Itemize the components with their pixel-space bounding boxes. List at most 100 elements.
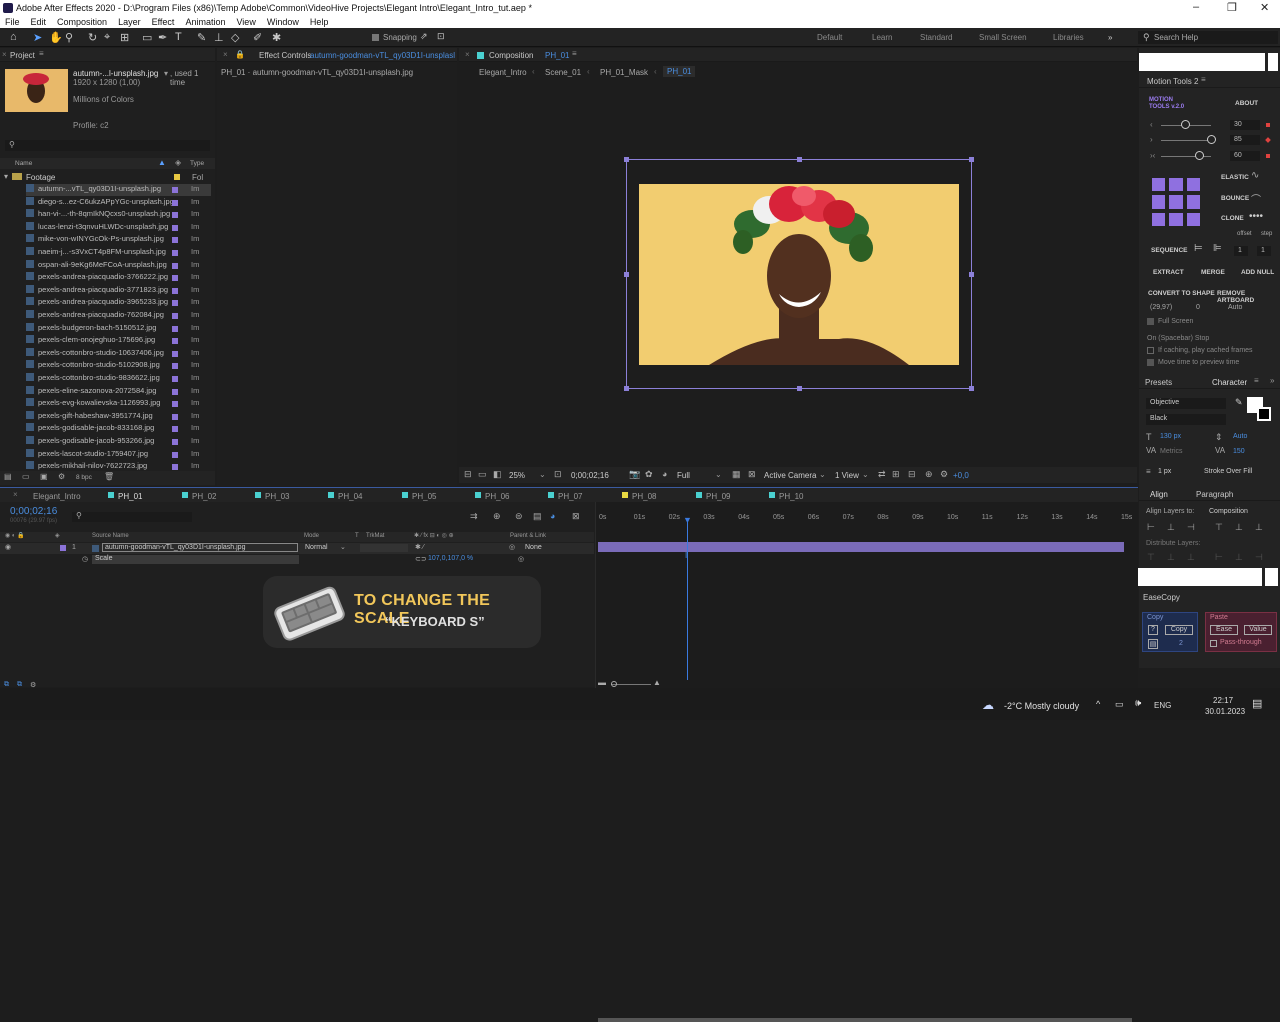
pickwhip-icon[interactable]: ◎ bbox=[518, 555, 524, 563]
timeline-tab-ph-08[interactable]: PH_08 bbox=[632, 492, 656, 501]
align-to-dropdown[interactable]: Composition bbox=[1209, 508, 1248, 515]
file-label-color[interactable] bbox=[172, 439, 178, 445]
settings-icon[interactable]: ⚙ bbox=[58, 472, 65, 481]
file-label-color[interactable] bbox=[172, 237, 178, 244]
playhead-icon[interactable]: ▼ bbox=[683, 515, 692, 525]
interpret-footage-icon[interactable]: ▤ bbox=[4, 472, 12, 481]
file-item[interactable]: pexels-andrea-piacquadio-762084.jpg Im bbox=[26, 310, 211, 322]
tab-close-icon[interactable]: × bbox=[13, 490, 18, 499]
col-source-name[interactable]: Source Name bbox=[92, 533, 129, 539]
parent-dropdown[interactable]: None bbox=[525, 544, 580, 551]
effect-controls-tab-file[interactable]: autumn-goodman-vTL_qy03D1I-unsplasl bbox=[310, 51, 455, 60]
workspace-small-screen[interactable]: Small Screen bbox=[979, 33, 1027, 42]
selection-tool-icon[interactable]: ➤ bbox=[33, 31, 42, 44]
col-name-header[interactable]: Name bbox=[15, 160, 32, 167]
distribute-middle-icon[interactable]: ⊥ bbox=[1167, 552, 1175, 563]
timeline-tab-ph-04[interactable]: PH_04 bbox=[338, 492, 362, 501]
kerning-value[interactable]: Metrics bbox=[1160, 448, 1183, 455]
convert-to-shape-button[interactable]: CONVERT TO SHAPE bbox=[1148, 290, 1215, 297]
file-item[interactable]: pexels-evg-kowalievska-1126993.jpg Im bbox=[26, 398, 211, 410]
zoom-slider-track[interactable] bbox=[611, 684, 651, 685]
file-label-color[interactable] bbox=[172, 426, 178, 433]
file-label-color[interactable] bbox=[172, 187, 178, 193]
close-button[interactable]: ✕ bbox=[1260, 1, 1269, 14]
pass-through-checkbox[interactable] bbox=[1210, 640, 1217, 647]
panel-menu-icon[interactable]: ≡ bbox=[1254, 376, 1259, 385]
file-item[interactable]: pexels-gift-habeshaw-3951774.jpg Im bbox=[26, 410, 211, 423]
file-item[interactable]: pexels-andrea-piacquadio-3771823.jpg Im bbox=[26, 284, 211, 297]
sequence-stairs-icon[interactable]: ⊨ bbox=[1194, 243, 1203, 254]
clone-button[interactable]: CLONE bbox=[1221, 215, 1244, 222]
transform-handle[interactable] bbox=[624, 272, 629, 277]
anchor-cell[interactable] bbox=[1152, 178, 1166, 192]
sort-ascending-icon[interactable]: ▲ bbox=[158, 158, 166, 167]
puppet-tool-icon[interactable]: ✱ bbox=[272, 31, 281, 44]
layer-duration-bar[interactable] bbox=[598, 542, 1124, 552]
distribute-bottom-icon[interactable]: ⊥ bbox=[1187, 552, 1195, 563]
sequence-value-1[interactable]: 1 bbox=[1234, 246, 1248, 256]
camera-dropdown[interactable]: Active Camera bbox=[764, 471, 816, 480]
workspace-learn[interactable]: Learn bbox=[872, 33, 892, 42]
work-area-bar[interactable] bbox=[598, 1018, 1132, 1022]
anchor-cell[interactable] bbox=[1186, 178, 1200, 192]
search-help-field[interactable]: ⚲ Search Help bbox=[1138, 31, 1278, 44]
file-label-color[interactable] bbox=[172, 262, 178, 269]
draft-3d-icon[interactable]: ⊕ bbox=[493, 511, 501, 522]
weather-text[interactable]: -2°C Mostly cloudy bbox=[1004, 701, 1079, 711]
file-label-color[interactable] bbox=[172, 376, 178, 382]
clipboard-icon[interactable]: ▤ bbox=[1148, 639, 1158, 649]
anchor-point-grid[interactable] bbox=[1152, 178, 1200, 226]
transform-handle[interactable] bbox=[624, 157, 629, 162]
file-item[interactable]: han-vi-...-th-8qmIkNQcxs0-unsplash.jpg Im bbox=[26, 209, 211, 221]
file-item[interactable]: pexels-godisable-jacob-833168.jpg Im bbox=[26, 423, 211, 435]
current-time-indicator[interactable] bbox=[687, 518, 688, 680]
comp-flowchart-icon[interactable]: ⇉ bbox=[470, 511, 478, 522]
rectangle-tool-icon[interactable]: ▭ bbox=[142, 31, 152, 44]
file-item[interactable]: mike-von-wINYGcOk-Ps-unsplash.jpg Im bbox=[26, 234, 211, 246]
footage-folder[interactable]: ▾ Footage Fol bbox=[0, 171, 212, 183]
col-parent[interactable]: Parent & Link bbox=[510, 533, 546, 539]
rotate-tool-icon[interactable]: ↻ bbox=[88, 31, 97, 44]
composition-tab-name[interactable]: PH_01 bbox=[545, 51, 569, 60]
file-label-color[interactable] bbox=[172, 199, 178, 206]
offset-label[interactable]: offset bbox=[1237, 231, 1252, 237]
file-item[interactable]: pexels-lascot-studio-1759407.jpg Im bbox=[26, 448, 211, 461]
value-button[interactable]: Value bbox=[1244, 625, 1272, 635]
file-item[interactable]: pexels-budgeron-bach-5150512.jpg Im bbox=[26, 322, 211, 335]
volume-icon[interactable]: 🕪 bbox=[1135, 698, 1141, 709]
panel-close-icon[interactable]: × bbox=[2, 50, 7, 59]
anchor-cell[interactable] bbox=[1152, 212, 1166, 226]
file-label-color[interactable] bbox=[172, 363, 178, 370]
menu-edit[interactable]: Edit bbox=[31, 17, 47, 27]
menu-layer[interactable]: Layer bbox=[118, 17, 141, 27]
view-layout-dropdown[interactable]: 1 View bbox=[835, 471, 859, 480]
fit-icon[interactable]: ▭ bbox=[478, 469, 487, 480]
panel-overflow-icon[interactable]: » bbox=[1270, 376, 1274, 385]
workspace-libraries[interactable]: Libraries bbox=[1053, 33, 1084, 42]
col-t[interactable]: T bbox=[355, 533, 359, 539]
timeline-search-field[interactable]: ⚲ bbox=[72, 511, 192, 522]
region-of-interest-icon[interactable]: ⊡ bbox=[554, 469, 562, 480]
timeline-icon[interactable]: ⊟ bbox=[908, 469, 916, 480]
file-item[interactable]: pexels-mikhail-nilov-7622723.jpg Im bbox=[26, 461, 211, 473]
network-icon[interactable]: ▭ bbox=[1115, 699, 1124, 710]
pickwhip-icon[interactable]: ◎ bbox=[509, 543, 515, 551]
vr-icon[interactable]: ◧ bbox=[493, 469, 502, 480]
align-tab[interactable]: Align bbox=[1150, 490, 1168, 499]
asset-dropdown-icon[interactable]: ▾ bbox=[164, 69, 168, 78]
file-label-color[interactable] bbox=[172, 338, 178, 345]
scale-value[interactable]: 107,0,107,0 % bbox=[428, 555, 473, 562]
anchor-cell[interactable] bbox=[1152, 195, 1166, 209]
file-label-color[interactable] bbox=[172, 224, 178, 231]
menu-window[interactable]: Window bbox=[267, 17, 299, 27]
align-top-icon[interactable]: ⊤ bbox=[1215, 522, 1223, 533]
eraser-tool-icon[interactable]: ◇ bbox=[231, 31, 239, 44]
effect-controls-tab[interactable]: Effect Controls bbox=[259, 51, 311, 60]
zoom-in-icon[interactable]: ▲ bbox=[653, 678, 661, 687]
help-icon[interactable]: ? bbox=[1148, 625, 1158, 635]
file-label-color[interactable] bbox=[172, 275, 178, 282]
bounce-button[interactable]: BOUNCE bbox=[1221, 195, 1249, 202]
menu-animation[interactable]: Animation bbox=[185, 17, 225, 27]
breadcrumb-scene-01[interactable]: Scene_01 bbox=[545, 68, 581, 77]
visibility-icon[interactable]: ◉ bbox=[5, 543, 11, 551]
